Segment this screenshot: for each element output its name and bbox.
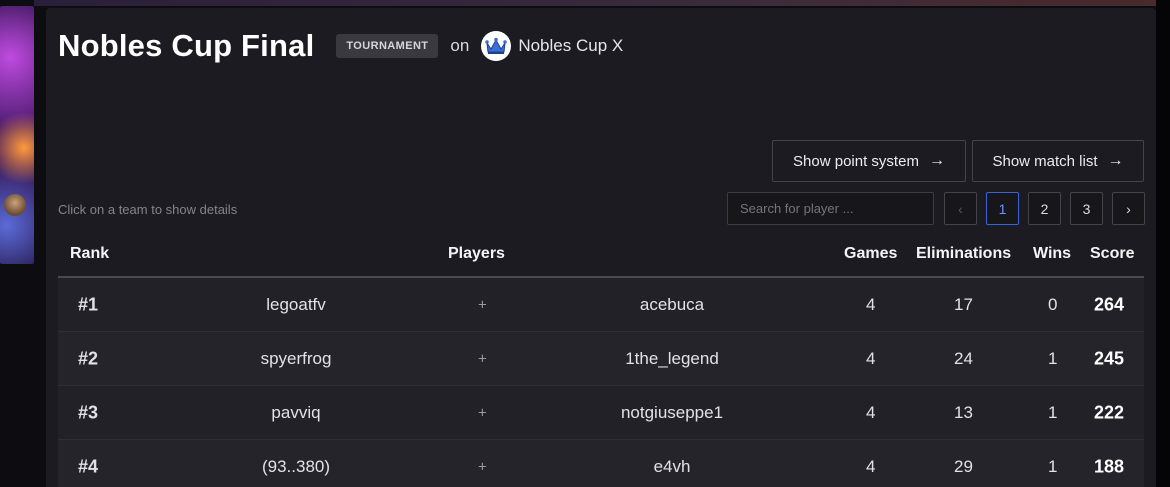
wins-cell: 1: [1048, 348, 1058, 368]
window-edge: [1156, 0, 1170, 487]
arrow-right-icon: →: [928, 152, 945, 169]
show-point-system-button[interactable]: Show point system →: [772, 140, 966, 182]
eliminations-cell: 17: [954, 294, 973, 314]
wins-cell: 1: [1048, 402, 1058, 422]
games-cell: 4: [866, 294, 876, 314]
page-button-2[interactable]: 2: [1028, 192, 1061, 225]
prev-page-chevron-icon[interactable]: ‹: [944, 192, 977, 225]
plus-icon: +: [478, 350, 487, 367]
side-artwork-image: [0, 6, 34, 264]
player2-cell: acebuca: [639, 294, 705, 314]
next-page-chevron-icon[interactable]: ›: [1112, 192, 1145, 225]
plus-icon: +: [478, 296, 487, 313]
eliminations-cell: 29: [954, 456, 973, 476]
background-strip: [34, 0, 1170, 6]
player1-cell: legoatfv: [266, 294, 326, 314]
plus-icon: +: [478, 458, 487, 475]
player-search-input[interactable]: [727, 192, 934, 225]
rank-cell: #2: [78, 348, 99, 368]
pagination: ‹ 1 2 3 ›: [944, 192, 1145, 225]
arrow-right-icon: →: [1107, 152, 1124, 169]
organizer-crown-icon[interactable]: [481, 31, 512, 61]
plus-icon: +: [478, 404, 487, 421]
table-row[interactable]: #3 pavviq + notgiuseppe1 4 13 1 222: [58, 386, 1144, 440]
event-type-badge: TOURNAMENT: [336, 34, 439, 58]
header-eliminations[interactable]: Eliminations: [916, 245, 1011, 263]
artwork-figure: [4, 194, 26, 216]
games-cell: 4: [866, 348, 876, 368]
games-cell: 4: [866, 456, 876, 476]
games-cell: 4: [866, 402, 876, 422]
page-button-3[interactable]: 3: [1070, 192, 1103, 225]
eliminations-cell: 13: [954, 402, 973, 422]
rank-cell: #4: [78, 456, 99, 476]
show-match-list-button[interactable]: Show match list →: [972, 140, 1144, 182]
table-row[interactable]: #1 legoatfv + acebuca 4 17 0 264: [58, 278, 1144, 332]
header-wins[interactable]: Wins: [1033, 245, 1071, 263]
details-hint: Click on a team to show details: [58, 202, 238, 217]
page-title: Nobles Cup Final: [58, 28, 315, 63]
header-games[interactable]: Games: [844, 245, 897, 263]
player1-cell: spyerfrog: [260, 348, 332, 368]
player2-cell: e4vh: [653, 456, 691, 476]
on-label: on: [450, 36, 470, 55]
leaderboard-table: Rank Players Games Eliminations Wins Sco…: [58, 232, 1144, 487]
match-list-label: Show match list: [992, 152, 1098, 170]
score-cell: 264: [1094, 294, 1125, 314]
header-rank[interactable]: Rank: [70, 245, 109, 263]
leaderboard-panel: Nobles Cup Final TOURNAMENT on Nobles Cu…: [46, 8, 1156, 487]
wins-cell: 0: [1048, 294, 1058, 314]
table-row[interactable]: #4 (93..380) + e4vh 4 29 1 188: [58, 440, 1144, 487]
eliminations-cell: 24: [954, 348, 973, 368]
table-header: Rank Players Games Eliminations Wins Sco…: [58, 232, 1144, 278]
score-cell: 222: [1094, 402, 1125, 422]
player1-cell: (93..380): [261, 456, 331, 476]
player2-cell: notgiuseppe1: [620, 402, 724, 422]
rank-cell: #1: [78, 294, 99, 314]
point-system-label: Show point system: [793, 152, 919, 170]
player2-cell: 1the_legend: [625, 348, 719, 368]
table-row[interactable]: #2 spyerfrog + 1the_legend 4 24 1 245: [58, 332, 1144, 386]
score-cell: 245: [1094, 348, 1125, 368]
page-button-1[interactable]: 1: [986, 192, 1019, 225]
organizer-link[interactable]: Nobles Cup X: [518, 36, 623, 56]
header-score[interactable]: Score: [1090, 245, 1134, 263]
event-header: Nobles Cup Final TOURNAMENT on Nobles Cu…: [58, 26, 623, 66]
header-players: Players: [448, 245, 505, 262]
player1-cell: pavviq: [271, 402, 321, 422]
wins-cell: 1: [1048, 456, 1058, 476]
rank-cell: #3: [78, 402, 99, 422]
score-cell: 188: [1094, 456, 1125, 476]
